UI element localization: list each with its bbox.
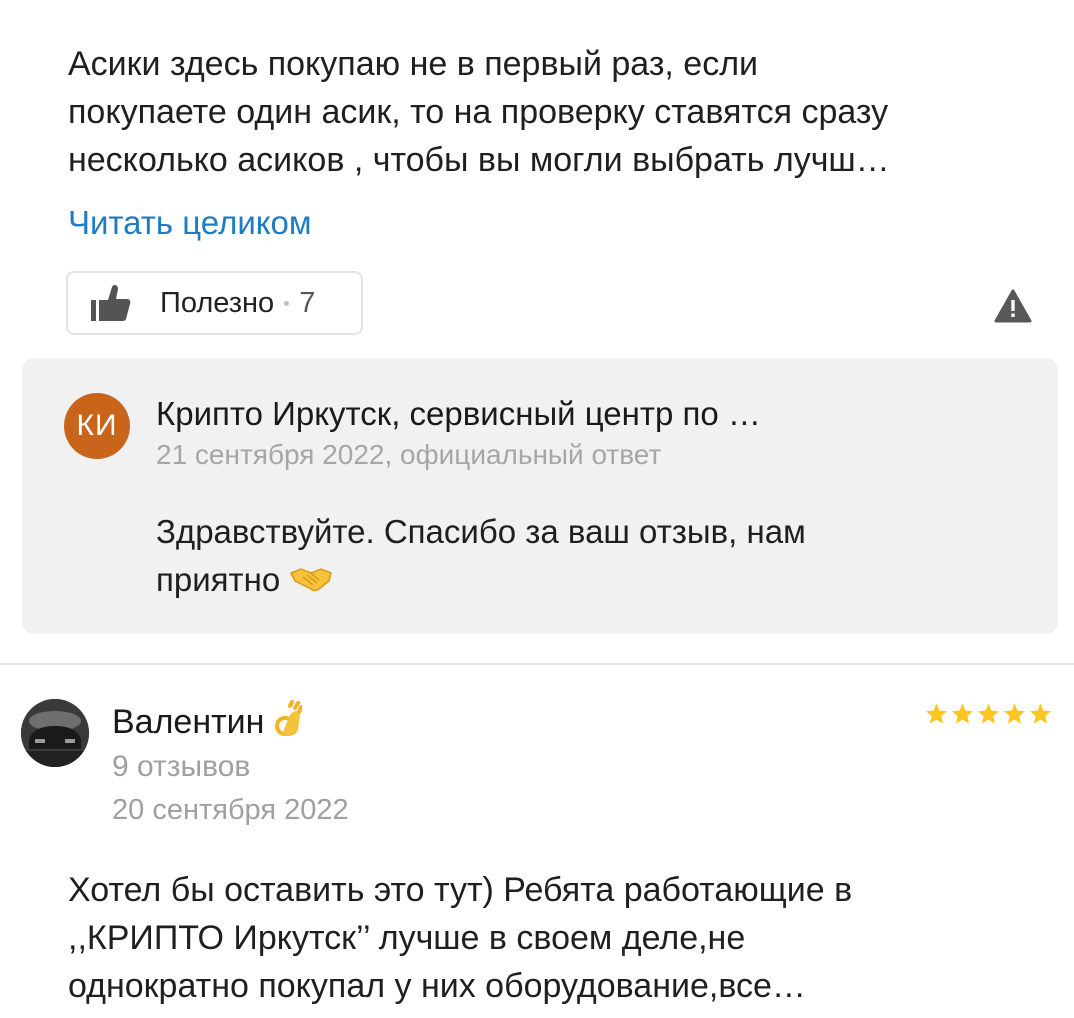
review-date: 20 сентября 2022 (112, 794, 349, 826)
warning-triangle-icon[interactable] (994, 289, 1032, 323)
review-text-line: Асики здесь покупаю не в первый раз, есл… (68, 45, 759, 83)
review-text-line: ,,КРИПТО Иркутск’’ лучше в своем деле,не (68, 919, 746, 957)
thumbs-up-icon (88, 283, 132, 323)
review-text-line: однократно покупал у них оборудование,вс… (68, 967, 806, 1005)
review-text-line: Хотел бы оставить это тут) Ребята работа… (68, 871, 853, 909)
review-author[interactable]: Валентин (112, 700, 303, 748)
star-icon (1029, 703, 1052, 724)
review-text: Хотел бы оставить это тут) Ребята работа… (68, 866, 1048, 1010)
useful-label: Полезно (160, 286, 275, 319)
official-reply: КИ Крипто Иркутск, сервисный центр по … … (22, 358, 1058, 634)
star-icon (951, 703, 974, 724)
handshake-emoji (289, 558, 333, 606)
read-more-link[interactable]: Читать целиком (68, 201, 312, 245)
reply-author[interactable]: Крипто Иркутск, сервисный центр по … (156, 394, 761, 434)
star-rating (924, 702, 1053, 726)
avatar[interactable] (21, 699, 89, 767)
reply-meta: 21 сентября 2022, официальный ответ (156, 439, 662, 470)
review-text-line: несколько асиков , чтобы вы могли выбрат… (68, 141, 890, 179)
reply-text-line: Здравствуйте. Спасибо за ваш отзыв, нам (156, 513, 806, 550)
star-icon (1003, 703, 1026, 724)
reply-text-word: приятно (156, 561, 281, 598)
reply-text-line: приятно (156, 556, 806, 606)
star-icon (977, 703, 1000, 724)
avatar: КИ (64, 393, 130, 459)
ok-hand-emoji (274, 700, 303, 748)
useful-button[interactable]: Полезно 7 (66, 271, 363, 335)
reviews-count[interactable]: 9 отзывов (112, 749, 250, 785)
star-icon (925, 703, 948, 724)
useful-count: 7 (299, 286, 316, 319)
review-text: Асики здесь покупаю не в первый раз, есл… (68, 40, 1028, 184)
reply-text: Здравствуйте. Спасибо за ваш отзыв, нам … (156, 508, 806, 606)
separator-dot (284, 300, 290, 306)
clipped-text-fragment (250, 0, 580, 4)
divider (0, 663, 1074, 665)
review-text-line: покупаете один асик, то на проверку став… (68, 93, 889, 131)
review-author-name: Валентин (112, 702, 265, 741)
